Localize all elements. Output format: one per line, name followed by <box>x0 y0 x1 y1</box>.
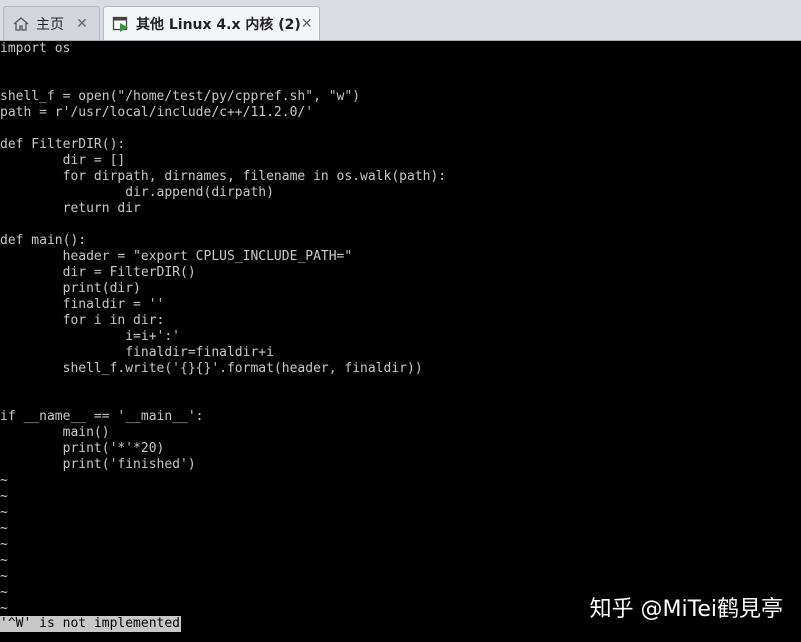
code-line: path = r'/usr/local/include/c++/11.2.0/' <box>0 105 314 120</box>
code-line: ~ <box>0 569 8 584</box>
code-line: ~ <box>0 553 8 568</box>
code-line: ~ <box>0 537 8 552</box>
code-line: ~ <box>0 489 8 504</box>
home-icon <box>12 15 30 33</box>
code-line: i=i+':' <box>0 329 181 344</box>
watermark: 知乎 @MiTei鹤見亭 <box>589 597 783 622</box>
code-line: dir = FilterDIR() <box>0 265 196 280</box>
code-line: ~ <box>0 505 8 520</box>
code-line: main() <box>0 425 110 440</box>
code-line: def FilterDIR(): <box>0 137 126 152</box>
tab-home[interactable]: 主页 ✕ <box>3 6 100 40</box>
code-line: ~ <box>0 585 8 600</box>
code-line: for i in dir: <box>0 313 165 328</box>
code-line: def main(): <box>0 233 87 248</box>
code-line: dir = [] <box>0 153 126 168</box>
terminal-screen[interactable]: import os shell_f = open("/home/test/py/c… <box>0 41 801 642</box>
code-line: finaldir=finaldir+i <box>0 345 274 360</box>
code-line: import os <box>0 41 71 56</box>
code-line: for dirpath, dirnames, filename in os.wa… <box>0 169 447 184</box>
close-icon[interactable]: ✕ <box>301 15 313 33</box>
tab-vm-label: 其他 Linux 4.x 内核 (2) <box>136 16 301 33</box>
code-line: ~ <box>0 601 8 616</box>
code-line: print('finished') <box>0 457 196 472</box>
tab-vm[interactable]: 其他 Linux 4.x 内核 (2) ✕ <box>103 6 320 40</box>
tab-bar: 主页 ✕ 其他 Linux 4.x 内核 (2) ✕ <box>0 0 801 41</box>
code-line: shell_f.write('{}{}'.format(header, fina… <box>0 361 423 376</box>
code-line: ~ <box>0 521 8 536</box>
code-line: dir.append(dirpath) <box>0 185 274 200</box>
code-line: if __name__ == '__main__': <box>0 409 204 424</box>
code-line: ~ <box>0 473 8 488</box>
close-icon[interactable]: ✕ <box>73 15 91 33</box>
code-line: header = "export CPLUS_INCLUDE_PATH=" <box>0 249 353 264</box>
tab-home-label: 主页 <box>36 16 64 33</box>
vm-icon <box>112 15 130 33</box>
status-line: '^W' is not implemented <box>0 616 182 632</box>
code-line: return dir <box>0 201 141 216</box>
code-line: print('*'*20) <box>0 441 165 456</box>
code-line: shell_f = open("/home/test/py/cppref.sh"… <box>0 89 361 104</box>
code-line: finaldir = '' <box>0 297 165 312</box>
code-line: print(dir) <box>0 281 141 296</box>
